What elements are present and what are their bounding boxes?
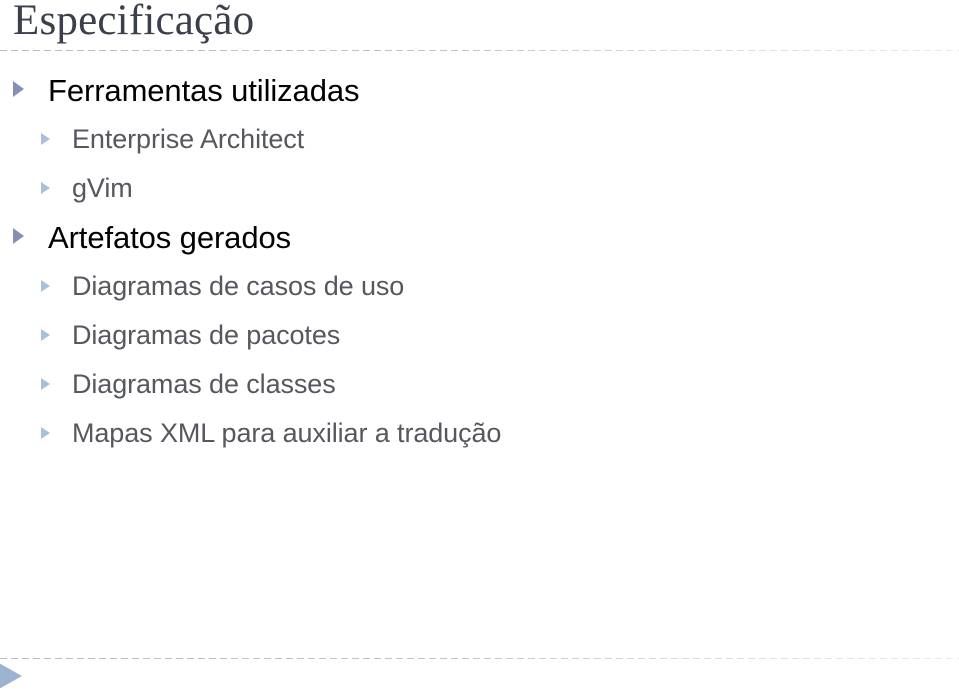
- triangle-right-icon: [41, 280, 50, 292]
- footer-divider-bottom: [0, 658, 959, 659]
- triangle-right-icon: [41, 378, 50, 390]
- triangle-right-icon: [13, 81, 24, 97]
- bullet-item-label: Diagramas de classes: [72, 369, 336, 399]
- slide-canvas: Especificação Ferramentas utilizadas Ente…: [0, 0, 959, 691]
- bullet-item: Mapas XML para auxiliar a tradução: [0, 409, 940, 458]
- bullet-item: Artefatos gerados: [0, 213, 940, 262]
- bullet-item-label: Artefatos gerados: [48, 220, 292, 255]
- triangle-right-icon: [41, 329, 50, 341]
- triangle-right-icon: [41, 182, 50, 194]
- bullet-list: Ferramentas utilizadas Enterprise Archite…: [0, 66, 940, 458]
- bullet-item: Diagramas de classes: [0, 360, 940, 409]
- bullet-item-label: Ferramentas utilizadas: [48, 73, 360, 108]
- bullet-item-label: gVim: [72, 173, 133, 203]
- bullet-item: gVim: [0, 164, 940, 213]
- bullet-item: Diagramas de casos de uso: [0, 262, 940, 311]
- title-divider-top: [0, 50, 959, 51]
- bullet-item: Enterprise Architect: [0, 115, 940, 164]
- slide-title: Especificação: [13, 0, 255, 44]
- triangle-right-icon[interactable]: [0, 663, 22, 689]
- bullet-item-label: Enterprise Architect: [72, 124, 305, 154]
- bullet-item-label: Mapas XML para auxiliar a tradução: [72, 418, 502, 448]
- triangle-right-icon: [41, 133, 50, 145]
- triangle-right-icon: [13, 228, 24, 244]
- triangle-right-icon: [41, 427, 50, 439]
- bullet-item: Ferramentas utilizadas: [0, 66, 940, 115]
- bullet-item-label: Diagramas de pacotes: [72, 320, 341, 350]
- bullet-item-label: Diagramas de casos de uso: [72, 271, 405, 301]
- bullet-item: Diagramas de pacotes: [0, 311, 940, 360]
